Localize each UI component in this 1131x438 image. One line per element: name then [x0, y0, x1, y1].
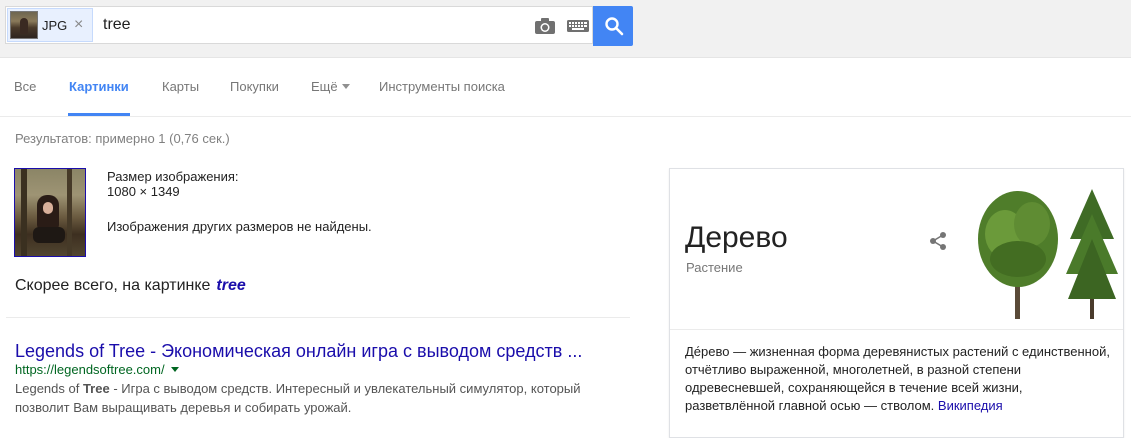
result-title-link[interactable]: Legends of Tree - Экономическая онлайн и…	[15, 341, 582, 362]
tab-images[interactable]: Картинки	[69, 79, 129, 94]
tree-image[interactable]	[970, 179, 1120, 329]
camera-icon[interactable]	[534, 18, 556, 34]
tab-search-tools[interactable]: Инструменты поиска	[379, 79, 505, 94]
tab-shopping[interactable]: Покупки	[230, 79, 279, 94]
search-icon	[605, 17, 624, 36]
wikipedia-link[interactable]: Википедия	[938, 398, 1003, 413]
close-icon[interactable]: ×	[74, 16, 83, 34]
tab-maps[interactable]: Карты	[162, 79, 199, 94]
image-info: Размер изображения: 1080 × 1349 Изображе…	[107, 169, 372, 234]
knowledge-panel: Дерево Растение Де́рево — жизненная форм…	[669, 168, 1124, 438]
snippet-highlight: Tree	[82, 381, 110, 396]
chip-label: JPG	[42, 18, 68, 33]
query-image-thumbnail	[10, 11, 38, 39]
tab-all[interactable]: Все	[14, 79, 36, 94]
best-guess: Скорее всего, на картинке tree	[15, 277, 246, 295]
best-guess-label: Скорее всего, на картинке	[15, 277, 211, 294]
image-size-label: Размер изображения:	[107, 169, 239, 184]
snippet-prefix: Legends of	[15, 381, 83, 396]
search-button[interactable]	[593, 6, 633, 46]
share-icon[interactable]	[928, 231, 948, 251]
image-size-value: 1080 × 1349	[107, 184, 180, 199]
image-query-chip[interactable]: JPG ×	[7, 8, 93, 42]
search-tabs: Все Картинки Карты Покупки Ещё Инструмен…	[0, 57, 1131, 117]
divider	[6, 317, 630, 318]
tab-more-label: Ещё	[311, 79, 338, 94]
query-image[interactable]	[14, 168, 86, 257]
result-snippet: Legends of Tree - Игра с выводом средств…	[15, 379, 615, 417]
active-tab-indicator	[68, 113, 130, 116]
search-input[interactable]	[103, 16, 523, 34]
kp-separator	[670, 329, 1123, 330]
result-url-text: https://legendsoftree.com/	[15, 362, 165, 377]
other-sizes-not-found: Изображения других размеров не найдены.	[107, 219, 372, 234]
caret-down-icon	[341, 84, 350, 89]
search-header: JPG ×	[0, 0, 1131, 58]
kp-subtitle: Растение	[686, 260, 743, 275]
kp-description-text: Де́рево — жизненная форма деревянистых р…	[685, 344, 1110, 413]
tab-more[interactable]: Ещё	[311, 79, 350, 94]
best-guess-link[interactable]: tree	[216, 277, 245, 294]
search-box[interactable]: JPG ×	[5, 6, 593, 44]
result-stats: Результатов: примерно 1 (0,76 сек.)	[15, 131, 230, 146]
result-url: https://legendsoftree.com/	[15, 362, 179, 377]
keyboard-icon[interactable]	[567, 20, 589, 32]
kp-description: Де́рево — жизненная форма деревянистых р…	[685, 343, 1115, 415]
kp-title: Дерево	[685, 221, 788, 254]
url-dropdown-icon[interactable]	[170, 367, 179, 372]
